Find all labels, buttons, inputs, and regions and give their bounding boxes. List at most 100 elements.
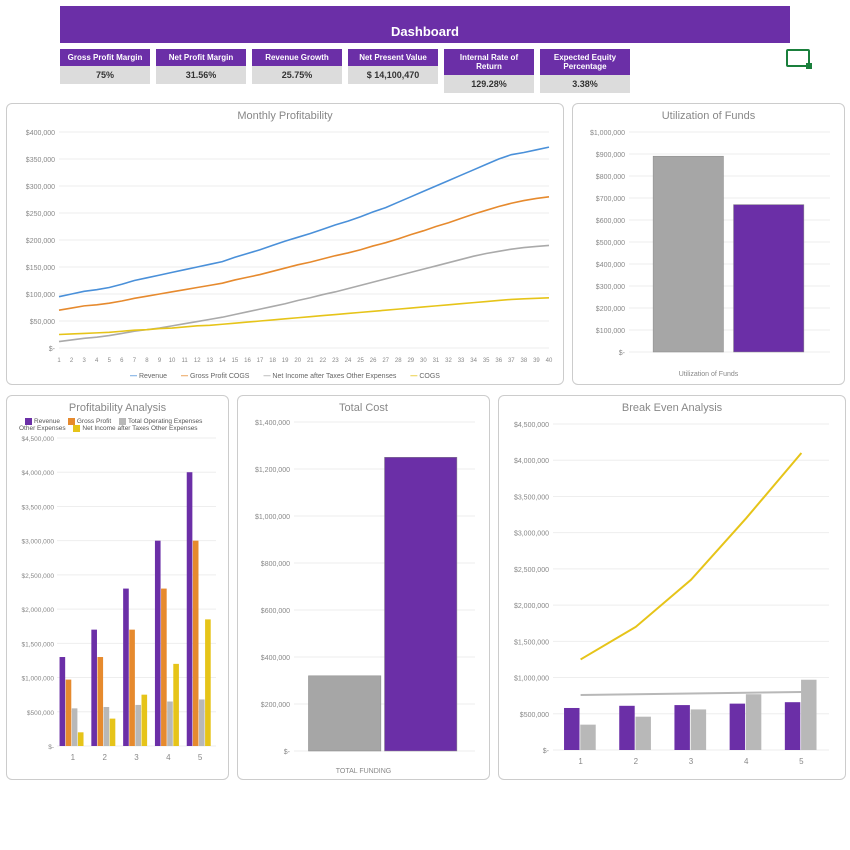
excel-icon[interactable] [786, 49, 810, 67]
profitability-analysis-chart: $-$500,000$1,000,000$1,500,000$2,000,000… [15, 434, 220, 764]
svg-text:24: 24 [345, 358, 352, 364]
svg-text:3: 3 [82, 358, 86, 364]
kpi-value: 75% [60, 66, 150, 84]
svg-text:5: 5 [198, 753, 203, 762]
kpi-gross-profit-margin: Gross Profit Margin 75% [60, 49, 150, 84]
svg-text:5: 5 [799, 757, 804, 766]
svg-text:$1,400,000: $1,400,000 [255, 420, 290, 427]
break-even-card: Break Even Analysis $-$500,000$1,000,000… [498, 395, 846, 780]
svg-text:19: 19 [282, 358, 289, 364]
kpi-label: Net Profit Margin [156, 49, 246, 66]
svg-text:17: 17 [257, 358, 264, 364]
legend-item: Net Income after Taxes Other Expenses [263, 373, 396, 380]
svg-text:$900,000: $900,000 [596, 152, 625, 159]
svg-text:$150,000: $150,000 [26, 265, 55, 272]
svg-text:$4,500,000: $4,500,000 [21, 436, 54, 443]
svg-text:$2,500,000: $2,500,000 [21, 573, 54, 580]
svg-text:$800,000: $800,000 [596, 174, 625, 181]
svg-text:$1,200,000: $1,200,000 [255, 467, 290, 474]
kpi-label: Net Present Value [348, 49, 438, 66]
svg-text:8: 8 [145, 358, 149, 364]
svg-text:36: 36 [495, 358, 502, 364]
svg-text:31: 31 [433, 358, 440, 364]
svg-text:39: 39 [533, 358, 540, 364]
svg-text:$2,000,000: $2,000,000 [514, 603, 549, 610]
dashboard-banner: Dashboard [60, 6, 790, 43]
svg-text:$-: $- [48, 744, 54, 751]
svg-text:$4,000,000: $4,000,000 [21, 471, 54, 478]
kpi-value: 31.56% [156, 66, 246, 84]
utilization-card: Utilization of Funds $-$100,000$200,000$… [572, 103, 845, 385]
svg-text:23: 23 [332, 358, 339, 364]
chart-title: Total Cost [246, 402, 481, 414]
chart-xlabel: TOTAL FUNDING [246, 768, 481, 775]
svg-text:$1,000,000: $1,000,000 [255, 514, 290, 521]
total-cost-card: Total Cost $-$200,000$400,000$600,000$80… [237, 395, 490, 780]
svg-text:$4,500,000: $4,500,000 [514, 422, 549, 429]
svg-text:$1,000,000: $1,000,000 [590, 130, 625, 137]
svg-text:$800,000: $800,000 [261, 561, 290, 568]
svg-text:$100,000: $100,000 [596, 328, 625, 335]
svg-text:$250,000: $250,000 [26, 211, 55, 218]
svg-text:$1,000,000: $1,000,000 [514, 676, 549, 683]
svg-text:$200,000: $200,000 [26, 238, 55, 245]
kpi-value: 129.28% [444, 75, 534, 93]
svg-text:$2,500,000: $2,500,000 [514, 567, 549, 574]
svg-text:25: 25 [357, 358, 364, 364]
svg-text:$-: $- [619, 350, 626, 357]
svg-text:$-: $- [49, 346, 56, 353]
svg-text:1: 1 [71, 753, 76, 762]
svg-text:22: 22 [320, 358, 327, 364]
svg-text:38: 38 [521, 358, 528, 364]
svg-text:15: 15 [232, 358, 239, 364]
kpi-value: 3.38% [540, 75, 630, 93]
svg-text:$1,500,000: $1,500,000 [21, 642, 54, 649]
svg-text:14: 14 [219, 358, 226, 364]
legend-item: COGS [410, 373, 440, 380]
legend-item: Revenue [130, 373, 167, 380]
svg-text:$3,500,000: $3,500,000 [21, 505, 54, 512]
kpi-value: 25.75% [252, 66, 342, 84]
chart-title: Profitability Analysis [15, 402, 220, 414]
svg-text:4: 4 [166, 753, 171, 762]
kpi-npv: Net Present Value $ 14,100,470 [348, 49, 438, 84]
svg-text:2: 2 [102, 753, 107, 762]
svg-text:28: 28 [395, 358, 402, 364]
svg-text:$400,000: $400,000 [26, 130, 55, 137]
svg-text:$200,000: $200,000 [261, 702, 290, 709]
svg-text:$400,000: $400,000 [596, 262, 625, 269]
chart-xlabel: Utilization of Funds [581, 371, 836, 378]
svg-text:16: 16 [244, 358, 251, 364]
svg-text:13: 13 [206, 358, 213, 364]
chart-title: Utilization of Funds [581, 110, 836, 122]
svg-text:34: 34 [470, 358, 477, 364]
utilization-chart: $-$100,000$200,000$300,000$400,000$500,0… [581, 126, 836, 366]
legend-item: Gross Profit COGS [181, 373, 249, 380]
svg-text:9: 9 [158, 358, 162, 364]
kpi-label: Revenue Growth [252, 49, 342, 66]
svg-text:29: 29 [407, 358, 414, 364]
legend-item: Gross Profit [77, 418, 111, 425]
svg-text:$300,000: $300,000 [596, 284, 625, 291]
svg-text:$1,500,000: $1,500,000 [514, 639, 549, 646]
legend-item: Net Income after Taxes Other Expenses [82, 425, 197, 432]
svg-text:$600,000: $600,000 [261, 608, 290, 615]
svg-text:30: 30 [420, 358, 427, 364]
kpi-net-profit-margin: Net Profit Margin 31.56% [156, 49, 246, 84]
svg-text:32: 32 [445, 358, 452, 364]
svg-text:11: 11 [182, 358, 189, 364]
kpi-value: $ 14,100,470 [348, 66, 438, 84]
kpi-label: Expected Equity Percentage [540, 49, 630, 75]
chart-title: Monthly Profitability [15, 110, 555, 122]
svg-text:35: 35 [483, 358, 490, 364]
svg-text:4: 4 [744, 757, 749, 766]
svg-text:7: 7 [133, 358, 137, 364]
monthly-profitability-chart: $-$50,000$100,000$150,000$200,000$250,00… [15, 126, 555, 366]
svg-text:27: 27 [382, 358, 389, 364]
kpi-label: Internal Rate of Return [444, 49, 534, 75]
kpi-label: Gross Profit Margin [60, 49, 150, 66]
svg-text:37: 37 [508, 358, 515, 364]
svg-text:20: 20 [294, 358, 301, 364]
svg-text:6: 6 [120, 358, 124, 364]
svg-text:$2,000,000: $2,000,000 [21, 608, 54, 615]
